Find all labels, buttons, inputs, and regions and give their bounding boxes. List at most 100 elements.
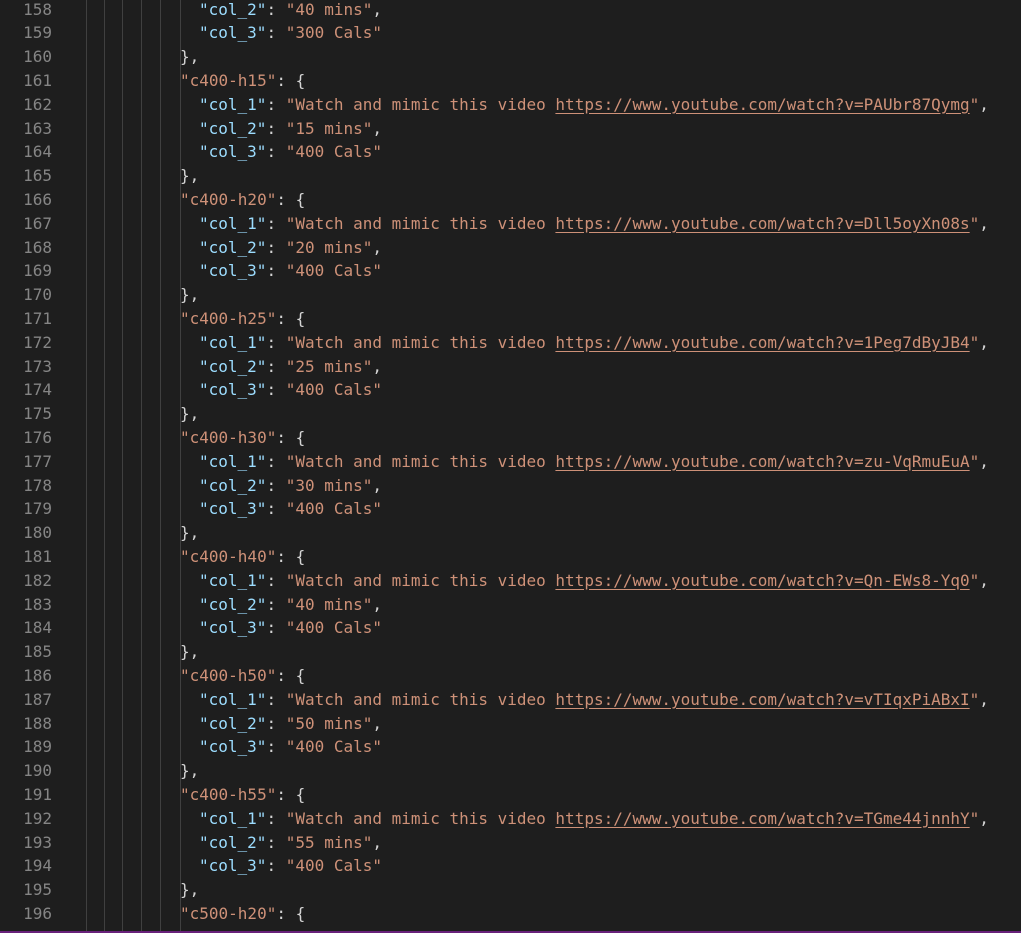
code-editor[interactable]: 158 "col_2": "40 mins", 159 "col_3": "300 C…	[0, 0, 1021, 933]
code-line[interactable]: 187 "col_1": "Watch and mimic this video …	[0, 688, 1021, 712]
string-value: "Watch and mimic this video	[285, 451, 556, 471]
punctuation-token: ,	[979, 332, 989, 352]
punctuation-token: ,	[372, 118, 383, 138]
code-line[interactable]: 179 "col_3": "400 Cals"	[0, 497, 1021, 521]
line-number: 191	[23, 784, 52, 804]
property-key: "col_1"	[199, 451, 267, 471]
code-line[interactable]: 188 "col_2": "50 mins",	[0, 712, 1021, 736]
code-line[interactable]: 193 "col_2": "55 mins",	[0, 831, 1021, 855]
code-line[interactable]: 158 "col_2": "40 mins",	[0, 0, 1021, 21]
code-line[interactable]: 181 "c400-h40": {	[0, 545, 1021, 569]
line-number: 162	[23, 94, 52, 114]
punctuation-token: :	[266, 856, 286, 876]
line-content: "col_3": "400 Cals"	[199, 854, 382, 878]
code-line[interactable]: 161 "c400-h15": {	[0, 69, 1021, 93]
code-line[interactable]: 183 "col_2": "40 mins",	[0, 593, 1021, 617]
string-value: "	[969, 332, 980, 352]
url-link[interactable]: https://www.youtube.com/watch?v=vTIqxPiA…	[555, 690, 969, 709]
brace-token: },	[180, 404, 200, 424]
url-link[interactable]: https://www.youtube.com/watch?v=TGme44jn…	[555, 809, 969, 828]
line-content: "col_1": "Watch and mimic this video htt…	[199, 450, 989, 474]
punctuation-token: ,	[372, 475, 383, 495]
url-link[interactable]: https://www.youtube.com/watch?v=1Peg7dBy…	[555, 333, 969, 352]
url-link[interactable]: https://www.youtube.com/watch?v=PAUbr87Q…	[555, 95, 969, 114]
code-line[interactable]: 196 "c500-h20": {	[0, 902, 1021, 926]
code-line[interactable]: 185},	[0, 640, 1021, 664]
line-content: "col_2": "20 mins",	[199, 236, 382, 260]
line-content: "col_2": "15 mins",	[199, 117, 382, 141]
code-line[interactable]: 186 "c400-h50": {	[0, 664, 1021, 688]
code-line[interactable]: 175},	[0, 402, 1021, 426]
line-number: 185	[23, 642, 52, 662]
string-value: "	[969, 94, 980, 114]
line-number: 158	[23, 0, 52, 19]
punctuation-token: :	[266, 213, 286, 233]
code-line[interactable]: 184 "col_3": "400 Cals"	[0, 616, 1021, 640]
code-line[interactable]: 176 "c400-h30": {	[0, 426, 1021, 450]
code-line[interactable]: 192 "col_1": "Watch and mimic this video …	[0, 807, 1021, 831]
code-line[interactable]: 160},	[0, 45, 1021, 69]
property-key: "col_2"	[199, 356, 267, 376]
url-link[interactable]: https://www.youtube.com/watch?v=zu-VqRmu…	[555, 452, 969, 471]
code-line[interactable]: 194 "col_3": "400 Cals"	[0, 854, 1021, 878]
punctuation-token: ,	[979, 808, 989, 828]
string-value: "400 Cals"	[285, 499, 383, 519]
line-number: 179	[23, 499, 52, 519]
object-key: "c400-h30"	[180, 427, 277, 447]
string-value: "300 Cals"	[285, 23, 383, 43]
brace-token: },	[180, 880, 200, 900]
object-key: "c400-h55"	[180, 784, 277, 804]
property-key: "col_1"	[199, 808, 267, 828]
code-line[interactable]: 168 "col_2": "20 mins",	[0, 236, 1021, 260]
code-line[interactable]: 159 "col_3": "300 Cals"	[0, 21, 1021, 45]
line-content: "c400-h30": {	[180, 426, 305, 450]
url-link[interactable]: https://www.youtube.com/watch?v=Dll5oyXn…	[555, 214, 969, 233]
code-line[interactable]: 173 "col_2": "25 mins",	[0, 355, 1021, 379]
code-line[interactable]: 163 "col_2": "15 mins",	[0, 117, 1021, 141]
line-number: 176	[23, 427, 52, 447]
brace-token: },	[180, 761, 200, 781]
code-line[interactable]: 162 "col_1": "Watch and mimic this video …	[0, 93, 1021, 117]
punctuation-token: :	[266, 451, 286, 471]
code-line[interactable]: 167 "col_1": "Watch and mimic this video …	[0, 212, 1021, 236]
property-key: "col_3"	[199, 737, 267, 757]
code-line[interactable]: 182 "col_1": "Watch and mimic this video …	[0, 569, 1021, 593]
punctuation-token: : {	[276, 784, 306, 804]
line-number: 173	[23, 356, 52, 376]
punctuation-token: ,	[372, 0, 383, 19]
punctuation-token: :	[266, 475, 286, 495]
string-value: "400 Cals"	[285, 261, 383, 281]
property-key: "col_3"	[199, 380, 267, 400]
line-number: 188	[23, 713, 52, 733]
property-key: "col_1"	[199, 570, 267, 590]
code-line[interactable]: 190},	[0, 759, 1021, 783]
line-number: 166	[23, 189, 52, 209]
punctuation-token: ,	[979, 213, 989, 233]
string-value: "40 mins"	[285, 0, 373, 19]
code-line[interactable]: 195},	[0, 878, 1021, 902]
punctuation-token: ,	[979, 94, 989, 114]
code-line[interactable]: 172 "col_1": "Watch and mimic this video …	[0, 331, 1021, 355]
code-line[interactable]: 174 "col_3": "400 Cals"	[0, 378, 1021, 402]
code-line[interactable]: 191 "c400-h55": {	[0, 783, 1021, 807]
property-key: "col_1"	[199, 213, 267, 233]
string-value: "	[969, 451, 980, 471]
line-content: "c400-h50": {	[180, 664, 305, 688]
punctuation-token: ,	[979, 689, 989, 709]
code-line[interactable]: 180},	[0, 521, 1021, 545]
code-line[interactable]: 165},	[0, 164, 1021, 188]
code-line[interactable]: 171 "c400-h25": {	[0, 307, 1021, 331]
code-line[interactable]: 177 "col_1": "Watch and mimic this video …	[0, 450, 1021, 474]
code-line[interactable]: 189 "col_3": "400 Cals"	[0, 735, 1021, 759]
code-line[interactable]: 169 "col_3": "400 Cals"	[0, 259, 1021, 283]
line-content: "col_3": "400 Cals"	[199, 497, 382, 521]
string-value: "Watch and mimic this video	[285, 213, 556, 233]
code-line[interactable]: 164 "col_3": "400 Cals"	[0, 140, 1021, 164]
url-link[interactable]: https://www.youtube.com/watch?v=Qn-EWs8-…	[555, 571, 969, 590]
code-line[interactable]: 178 "col_2": "30 mins",	[0, 474, 1021, 498]
punctuation-token: :	[266, 142, 286, 162]
code-line[interactable]: 166 "c400-h20": {	[0, 188, 1021, 212]
line-content: "c400-h55": {	[180, 783, 305, 807]
code-line[interactable]: 170},	[0, 283, 1021, 307]
line-number: 187	[23, 689, 52, 709]
